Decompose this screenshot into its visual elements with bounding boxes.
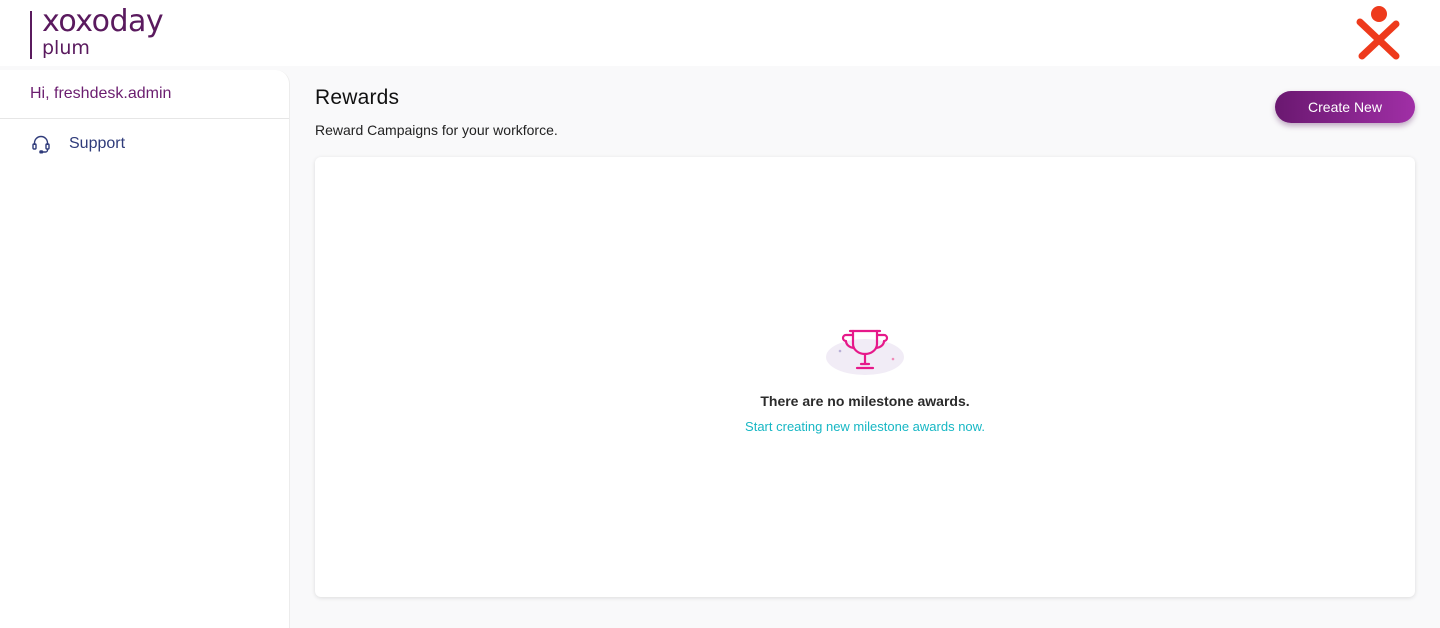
- person-x-icon[interactable]: [1352, 4, 1404, 60]
- page-subtitle: Reward Campaigns for your workforce.: [315, 122, 558, 138]
- sidebar: Hi, freshdesk.admin Support: [0, 70, 290, 628]
- user-greeting: Hi, freshdesk.admin: [0, 70, 289, 119]
- logo-divider: [30, 11, 32, 59]
- empty-state: There are no milestone awards. Start cre…: [315, 317, 1415, 434]
- trophy-icon: [826, 323, 904, 375]
- logo-text: xoxoday plum: [42, 4, 164, 59]
- top-bar: xoxoday plum: [0, 0, 1440, 66]
- empty-state-title: There are no milestone awards.: [760, 393, 970, 409]
- sidebar-item-support[interactable]: Support: [0, 119, 289, 169]
- logo-sub: plum: [42, 37, 90, 59]
- logo-brand: xoxoday: [42, 4, 164, 39]
- rewards-card: There are no milestone awards. Start cre…: [315, 157, 1415, 597]
- headset-icon: [32, 135, 50, 154]
- create-new-button[interactable]: Create New: [1275, 91, 1415, 123]
- sidebar-item-label: Support: [69, 135, 126, 152]
- xoxoday-plum-logo[interactable]: xoxoday plum: [30, 4, 164, 61]
- start-creating-link[interactable]: Start creating new milestone awards now.: [745, 419, 985, 434]
- page-title: Rewards: [315, 86, 400, 109]
